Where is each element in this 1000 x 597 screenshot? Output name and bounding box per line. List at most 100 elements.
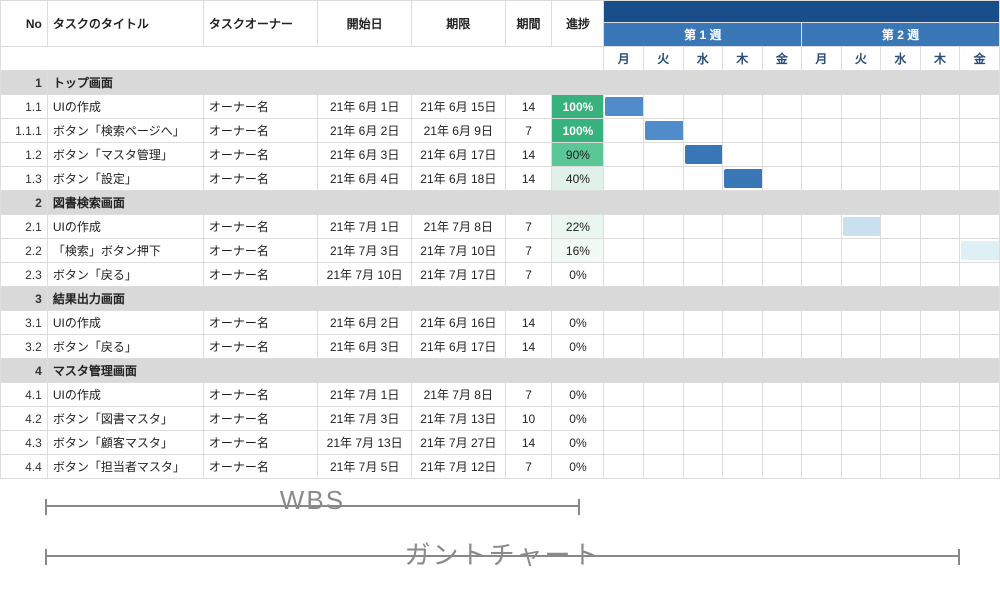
gantt-cell	[723, 263, 763, 287]
gantt-cell	[762, 455, 802, 479]
cell-dur: 7	[505, 119, 552, 143]
gantt-cell	[841, 95, 881, 119]
gantt-cell	[841, 455, 881, 479]
group-row: 1トップ画面	[1, 71, 1000, 95]
group-row: 4マスタ管理画面	[1, 359, 1000, 383]
week-1: 第 1 週	[604, 23, 802, 47]
cell-progress: 0%	[552, 263, 604, 287]
cell-no: 4.2	[1, 407, 48, 431]
gantt-cell	[920, 143, 960, 167]
cell-owner: オーナー名	[203, 239, 317, 263]
gantt-cell	[604, 311, 644, 335]
gantt-cell	[643, 383, 683, 407]
gantt-cell	[960, 335, 1000, 359]
cell-no: 1.3	[1, 167, 48, 191]
gantt-cell	[762, 119, 802, 143]
day-head: 火	[643, 47, 683, 71]
cell-dur: 7	[505, 383, 552, 407]
gantt-cell	[604, 143, 644, 167]
day-head: 水	[683, 47, 723, 71]
gantt-cell	[802, 119, 842, 143]
gantt-cell	[723, 407, 763, 431]
cell-end: 21年 7月 27日	[411, 431, 505, 455]
gantt-cell	[802, 239, 842, 263]
gantt-cell	[643, 407, 683, 431]
cell-start: 21年 6月 4日	[318, 167, 412, 191]
cell-owner: オーナー名	[203, 311, 317, 335]
cell-no: 4.1	[1, 383, 48, 407]
cell-owner: オーナー名	[203, 335, 317, 359]
cell-title: UIの作成	[47, 95, 203, 119]
gantt-cell	[881, 407, 921, 431]
gantt-cell	[762, 95, 802, 119]
gantt-cell	[723, 335, 763, 359]
gantt-cell	[920, 455, 960, 479]
cell-title: ボタン「検索ページへ」	[47, 119, 203, 143]
task-row: 2.1UIの作成オーナー名21年 7月 1日21年 7月 8日722%	[1, 215, 1000, 239]
cell-dur: 14	[505, 95, 552, 119]
cell-dur: 7	[505, 455, 552, 479]
cell-owner: オーナー名	[203, 95, 317, 119]
gantt-bar	[685, 145, 723, 164]
day-head: 金	[762, 47, 802, 71]
gantt-cell	[960, 215, 1000, 239]
cell-owner: オーナー名	[203, 119, 317, 143]
cell-owner: オーナー名	[203, 407, 317, 431]
day-head: 木	[920, 47, 960, 71]
group-no: 4	[1, 359, 48, 383]
group-no: 3	[1, 287, 48, 311]
gantt-cell	[960, 119, 1000, 143]
cell-title: UIの作成	[47, 215, 203, 239]
cell-title: ボタン「マスタ管理」	[47, 143, 203, 167]
cell-dur: 14	[505, 335, 552, 359]
gantt-cell	[604, 263, 644, 287]
cell-end: 21年 6月 15日	[411, 95, 505, 119]
cell-dur: 14	[505, 143, 552, 167]
gantt-cell	[683, 143, 723, 167]
gantt-cell	[960, 143, 1000, 167]
gantt-cell	[643, 143, 683, 167]
cell-dur: 7	[505, 263, 552, 287]
task-row: 2.3ボタン「戻る」オーナー名21年 7月 10日21年 7月 17日70%	[1, 263, 1000, 287]
cell-start: 21年 6月 3日	[318, 335, 412, 359]
gantt-cell	[643, 431, 683, 455]
cell-owner: オーナー名	[203, 263, 317, 287]
cell-start: 21年 6月 3日	[318, 143, 412, 167]
group-no: 1	[1, 71, 48, 95]
gantt-cell	[920, 95, 960, 119]
gantt-cell	[762, 167, 802, 191]
task-row: 3.1UIの作成オーナー名21年 6月 2日21年 6月 16日140%	[1, 311, 1000, 335]
gantt-cell	[841, 311, 881, 335]
cell-owner: オーナー名	[203, 167, 317, 191]
cell-owner: オーナー名	[203, 455, 317, 479]
cell-progress: 0%	[552, 383, 604, 407]
cell-progress: 0%	[552, 431, 604, 455]
gantt-cell	[841, 215, 881, 239]
gantt-cell	[683, 239, 723, 263]
gantt-cell	[881, 167, 921, 191]
gantt-cell	[881, 95, 921, 119]
gantt-bar	[645, 121, 683, 140]
cell-start: 21年 7月 5日	[318, 455, 412, 479]
cell-dur: 7	[505, 215, 552, 239]
gantt-cell	[683, 431, 723, 455]
cell-title: ボタン「戻る」	[47, 335, 203, 359]
gantt-cell	[802, 143, 842, 167]
gantt-cell	[723, 95, 763, 119]
task-row: 4.2ボタン「図書マスタ」オーナー名21年 7月 3日21年 7月 13日100…	[1, 407, 1000, 431]
cell-progress: 100%	[552, 119, 604, 143]
col-start: 開始日	[318, 1, 412, 47]
gantt-cell	[841, 143, 881, 167]
gantt-cell	[802, 455, 842, 479]
gantt-cell	[723, 455, 763, 479]
gantt-cell	[604, 215, 644, 239]
col-prog: 進捗	[552, 1, 604, 47]
cell-title: UIの作成	[47, 311, 203, 335]
cell-owner: オーナー名	[203, 143, 317, 167]
group-row: 3結果出力画面	[1, 287, 1000, 311]
gantt-cell	[841, 239, 881, 263]
gantt-cell	[643, 167, 683, 191]
annotation-brackets: WBS ガントチャート	[0, 497, 1000, 597]
day-head: 月	[604, 47, 644, 71]
gantt-cell	[604, 335, 644, 359]
